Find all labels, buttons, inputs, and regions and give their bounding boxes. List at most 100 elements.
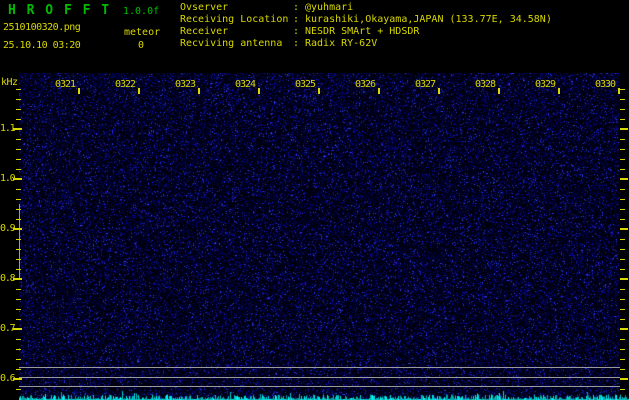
y-major-tick bbox=[13, 328, 22, 330]
info-separator: : bbox=[293, 26, 300, 37]
y-minor-tick bbox=[620, 339, 625, 340]
y-minor-tick bbox=[620, 189, 625, 190]
info-value: @yuhmari bbox=[305, 2, 354, 13]
y-minor-tick bbox=[16, 239, 21, 240]
y-major-tick bbox=[620, 228, 628, 230]
y-minor-tick bbox=[16, 209, 21, 210]
y-minor-tick bbox=[620, 359, 625, 360]
y-minor-tick bbox=[620, 289, 625, 290]
y-minor-tick bbox=[16, 359, 21, 360]
y-minor-tick bbox=[620, 389, 625, 390]
y-minor-tick bbox=[620, 119, 625, 120]
y-minor-tick bbox=[16, 319, 21, 320]
left-edge-band-marker bbox=[19, 204, 20, 279]
y-minor-tick bbox=[16, 149, 21, 150]
info-label: Receiving Location bbox=[180, 14, 289, 25]
y-major-tick bbox=[13, 378, 22, 380]
x-tick bbox=[258, 88, 260, 94]
y-minor-tick bbox=[620, 139, 625, 140]
observer-info-block: Ovserver: @yuhmari Receiving Location: kura… bbox=[180, 2, 552, 50]
y-minor-tick bbox=[620, 149, 625, 150]
y-minor-tick bbox=[16, 169, 21, 170]
y-minor-tick bbox=[16, 109, 21, 110]
x-tick bbox=[318, 88, 320, 94]
carrier-line bbox=[19, 377, 620, 378]
y-minor-tick bbox=[16, 299, 21, 300]
output-filename: 2510100320.png bbox=[3, 22, 81, 33]
x-tick-label: 0322 bbox=[115, 79, 136, 90]
x-tick-label: 0325 bbox=[295, 79, 316, 90]
info-separator: : bbox=[293, 14, 300, 25]
y-minor-tick bbox=[620, 259, 625, 260]
y-minor-tick bbox=[620, 269, 625, 270]
y-minor-tick bbox=[16, 349, 21, 350]
x-tick bbox=[438, 88, 440, 94]
app-version: 1.0.0f bbox=[123, 6, 160, 17]
info-row: Receiving Location: kurashiki,Okayama,JAP… bbox=[180, 14, 552, 26]
x-tick bbox=[378, 88, 380, 94]
y-minor-tick bbox=[620, 299, 625, 300]
info-separator: : bbox=[293, 38, 300, 49]
y-minor-tick bbox=[620, 249, 625, 250]
y-major-tick bbox=[620, 328, 628, 330]
x-tick-label: 0329 bbox=[535, 79, 556, 90]
carrier-line bbox=[19, 367, 620, 368]
x-tick bbox=[618, 88, 620, 94]
y-major-tick bbox=[620, 178, 628, 180]
x-tick-label: 0324 bbox=[235, 79, 256, 90]
info-value: Radix RY-62V bbox=[305, 38, 378, 49]
y-major-tick bbox=[620, 378, 628, 380]
info-row: Receiver: NESDR SMArt + HDSDR bbox=[180, 26, 552, 38]
y-major-tick bbox=[620, 278, 628, 280]
x-tick-label: 0328 bbox=[475, 79, 496, 90]
y-minor-tick bbox=[16, 269, 21, 270]
info-label: Recviving antenna bbox=[180, 38, 283, 49]
y-minor-tick bbox=[620, 369, 625, 370]
frame-timestamp: 25.10.10 03:20 bbox=[3, 40, 81, 51]
y-minor-tick bbox=[620, 109, 625, 110]
y-minor-tick bbox=[16, 89, 21, 90]
x-tick-label: 0327 bbox=[415, 79, 436, 90]
y-minor-tick bbox=[16, 289, 21, 290]
carrier-line bbox=[19, 386, 620, 387]
y-minor-tick bbox=[16, 369, 21, 370]
x-tick bbox=[198, 88, 200, 94]
x-tick bbox=[138, 88, 140, 94]
y-minor-tick bbox=[620, 89, 625, 90]
mode-label: meteor bbox=[124, 27, 161, 38]
x-tick bbox=[498, 88, 500, 94]
info-label: Receiver bbox=[180, 26, 229, 37]
y-minor-tick bbox=[620, 169, 625, 170]
x-tick bbox=[78, 88, 80, 94]
x-tick-label: 0321 bbox=[55, 79, 76, 90]
x-tick-label: 0330 bbox=[595, 79, 616, 90]
hrofft-screen: H R O F F T 1.0.0f 2510100320.png meteor… bbox=[0, 0, 629, 400]
info-row: Recviving antenna: Radix RY-62V bbox=[180, 38, 552, 50]
info-value: kurashiki,Okayama,JAPAN (133.77E, 34.58N… bbox=[305, 14, 552, 25]
echo-count: 0 bbox=[138, 40, 145, 51]
y-major-tick bbox=[13, 128, 22, 130]
y-minor-tick bbox=[16, 99, 21, 100]
y-minor-tick bbox=[620, 309, 625, 310]
y-minor-tick bbox=[620, 99, 625, 100]
app-title: H R O F F T bbox=[8, 3, 111, 18]
y-minor-tick bbox=[16, 139, 21, 140]
x-tick-label: 0323 bbox=[175, 79, 196, 90]
y-minor-tick bbox=[16, 189, 21, 190]
y-minor-tick bbox=[620, 239, 625, 240]
y-major-tick bbox=[620, 128, 628, 130]
spectrogram-canvas bbox=[19, 73, 629, 400]
y-minor-tick bbox=[16, 159, 21, 160]
y-minor-tick bbox=[620, 349, 625, 350]
y-minor-tick bbox=[620, 209, 625, 210]
y-minor-tick bbox=[16, 119, 21, 120]
y-minor-tick bbox=[16, 309, 21, 310]
y-minor-tick bbox=[620, 219, 625, 220]
y-minor-tick bbox=[16, 249, 21, 250]
y-major-tick bbox=[13, 178, 22, 180]
info-value: NESDR SMArt + HDSDR bbox=[305, 26, 420, 37]
y-minor-tick bbox=[620, 199, 625, 200]
x-tick-label: 0326 bbox=[355, 79, 376, 90]
y-major-tick bbox=[13, 278, 22, 280]
y-minor-tick bbox=[16, 199, 21, 200]
